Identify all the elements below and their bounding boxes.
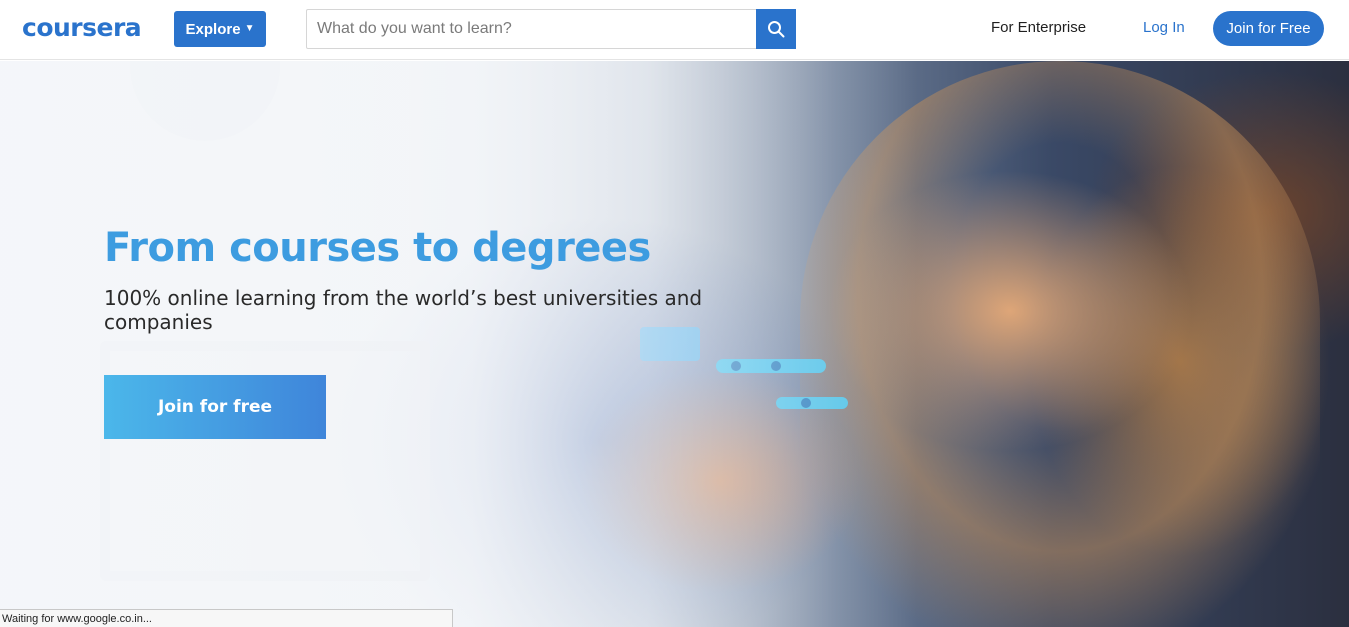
hero-title: From courses to degrees: [104, 225, 651, 271]
search-icon: [768, 21, 785, 38]
search-button[interactable]: [756, 9, 796, 49]
login-link[interactable]: Log In: [1143, 19, 1185, 36]
top-nav-bar: coursera Explore ▼ For Enterprise Log In…: [0, 0, 1349, 60]
chevron-down-icon: ▼: [244, 23, 255, 34]
explore-label: Explore: [185, 20, 241, 38]
hero-overlay: [0, 61, 1349, 627]
for-enterprise-link[interactable]: For Enterprise: [991, 19, 1086, 36]
hero-banner: From courses to degrees 100% online lear…: [0, 61, 1349, 627]
browser-status-bar: Waiting for www.google.co.in...: [0, 609, 453, 627]
hero-subtitle: 100% online learning from the world’s be…: [104, 286, 703, 334]
coursera-logo[interactable]: coursera: [22, 13, 142, 42]
join-for-free-hero-button[interactable]: Join for free: [104, 375, 326, 439]
search-input[interactable]: [307, 10, 756, 48]
search-box: [306, 9, 796, 49]
join-for-free-header-button[interactable]: Join for Free: [1213, 11, 1324, 46]
explore-button[interactable]: Explore ▼: [174, 11, 266, 47]
